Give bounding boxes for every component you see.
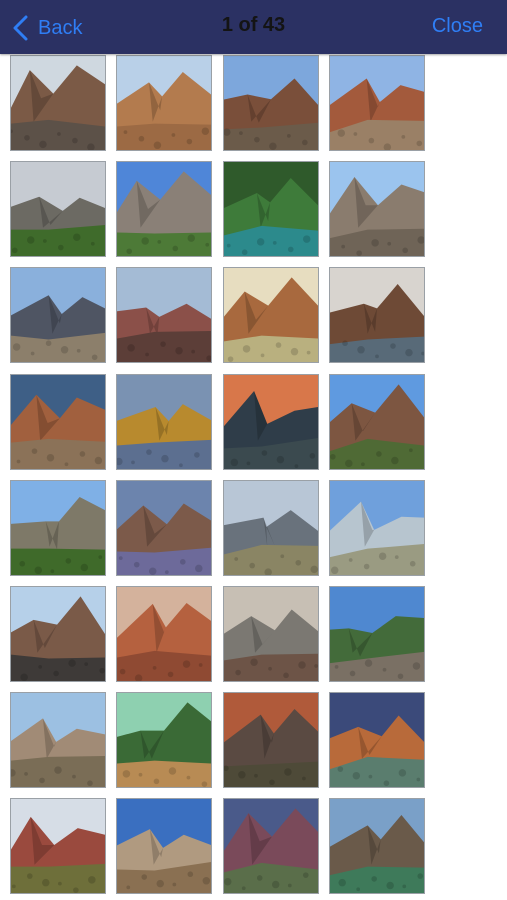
landscape-photo-image xyxy=(117,268,211,362)
photo-thumbnail[interactable] xyxy=(329,55,425,151)
landscape-photo-image xyxy=(11,693,105,787)
navigation-bar: Back 1 of 43 Close xyxy=(0,0,507,54)
landscape-photo-image xyxy=(11,268,105,362)
photo-thumbnail[interactable] xyxy=(10,480,106,576)
photo-thumbnail[interactable] xyxy=(10,692,106,788)
landscape-photo-image xyxy=(224,162,318,256)
photo-thumbnail[interactable] xyxy=(116,692,212,788)
close-button[interactable]: Close xyxy=(432,15,483,38)
landscape-photo-image xyxy=(224,587,318,681)
landscape-photo-image xyxy=(117,587,211,681)
photo-thumbnail[interactable] xyxy=(10,267,106,363)
photo-thumbnail[interactable] xyxy=(329,692,425,788)
photo-thumbnail[interactable] xyxy=(116,267,212,363)
photo-thumbnail[interactable] xyxy=(10,586,106,682)
landscape-photo-image xyxy=(11,56,105,150)
photo-thumbnail[interactable] xyxy=(223,480,319,576)
landscape-photo-image xyxy=(224,375,318,469)
photo-thumbnail[interactable] xyxy=(329,798,425,894)
landscape-photo-image xyxy=(224,799,318,893)
photo-thumbnail[interactable] xyxy=(10,55,106,151)
photo-thumbnail[interactable] xyxy=(223,798,319,894)
photo-thumbnail[interactable] xyxy=(10,798,106,894)
photo-thumbnail[interactable] xyxy=(10,161,106,257)
photo-thumbnail[interactable] xyxy=(223,374,319,470)
landscape-photo-image xyxy=(117,481,211,575)
photo-thumbnail[interactable] xyxy=(116,161,212,257)
landscape-photo-image xyxy=(11,799,105,893)
landscape-photo-image xyxy=(224,268,318,362)
photo-thumbnail[interactable] xyxy=(329,480,425,576)
photo-thumbnail[interactable] xyxy=(116,55,212,151)
photo-thumbnail[interactable] xyxy=(329,586,425,682)
landscape-photo-image xyxy=(11,375,105,469)
photo-thumbnail[interactable] xyxy=(116,586,212,682)
photo-thumbnail[interactable] xyxy=(223,55,319,151)
photo-thumbnail[interactable] xyxy=(329,374,425,470)
photo-thumbnail[interactable] xyxy=(223,267,319,363)
landscape-photo-image xyxy=(117,162,211,256)
landscape-photo-image xyxy=(330,162,424,256)
landscape-photo-image xyxy=(330,56,424,150)
landscape-photo-image xyxy=(330,587,424,681)
landscape-photo-image xyxy=(117,799,211,893)
landscape-photo-image xyxy=(11,587,105,681)
landscape-photo-image xyxy=(330,693,424,787)
photo-thumbnail[interactable] xyxy=(116,480,212,576)
landscape-photo-image xyxy=(224,56,318,150)
photo-thumbnail[interactable] xyxy=(223,586,319,682)
photo-grid xyxy=(0,0,507,900)
photo-thumbnail[interactable] xyxy=(116,374,212,470)
landscape-photo-image xyxy=(11,162,105,256)
landscape-photo-image xyxy=(330,481,424,575)
photo-thumbnail[interactable] xyxy=(116,798,212,894)
photo-thumbnail[interactable] xyxy=(223,692,319,788)
landscape-photo-image xyxy=(330,375,424,469)
landscape-photo-image xyxy=(117,375,211,469)
photo-thumbnail[interactable] xyxy=(223,161,319,257)
landscape-photo-image xyxy=(11,481,105,575)
landscape-photo-image xyxy=(117,693,211,787)
photo-thumbnail[interactable] xyxy=(10,374,106,470)
landscape-photo-image xyxy=(330,799,424,893)
landscape-photo-image xyxy=(117,56,211,150)
photo-thumbnail[interactable] xyxy=(329,267,425,363)
photo-thumbnail[interactable] xyxy=(329,161,425,257)
landscape-photo-image xyxy=(330,268,424,362)
landscape-photo-image xyxy=(224,481,318,575)
landscape-photo-image xyxy=(224,693,318,787)
